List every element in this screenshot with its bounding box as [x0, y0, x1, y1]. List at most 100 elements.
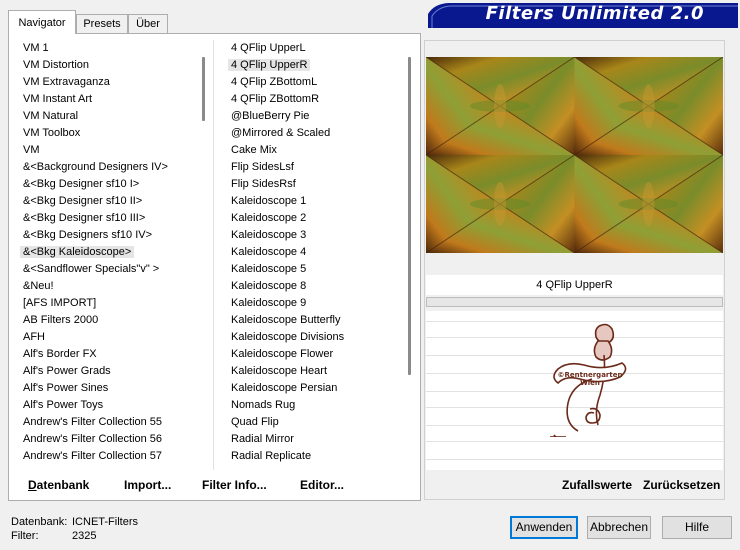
filter-item[interactable]: Kaleidoscope 4 [226, 244, 402, 261]
category-item-label: AFH [23, 331, 45, 343]
filter-item[interactable]: 4 QFlip ZBottomL [226, 74, 402, 91]
watermark-stamp: ©Rentnergarten Wien [550, 323, 627, 437]
category-item[interactable]: Alf's Power Grads [18, 363, 196, 380]
filter-item[interactable]: Kaleidoscope 8 [226, 278, 402, 295]
category-item[interactable]: [AFS IMPORT] [18, 295, 196, 312]
category-item-label: &<Background Designers IV> [23, 161, 168, 173]
help-button[interactable]: Hilfe [662, 516, 732, 539]
filter-item[interactable]: Kaleidoscope 1 [226, 193, 402, 210]
category-item[interactable]: Andrew's Filter Collection 57 [18, 448, 196, 465]
filter-item-label: Kaleidoscope 9 [231, 297, 307, 309]
category-item[interactable]: &<Bkg Kaleidoscope> [18, 244, 196, 261]
filter-item[interactable]: Kaleidoscope Flower [226, 346, 402, 363]
category-item[interactable]: &<Bkg Designer sf10 III> [18, 210, 196, 227]
filter-item[interactable]: Kaleidoscope Butterfly [226, 312, 402, 329]
filter-item[interactable]: Kaleidoscope Heart [226, 363, 402, 380]
filter-item[interactable]: Kaleidoscope 9 [226, 295, 402, 312]
filter-count-value: 2325 [72, 530, 97, 542]
reset-button[interactable]: Zurücksetzen [643, 478, 720, 492]
category-list[interactable]: VM 1 VM Distortion VM Extravaganza VM Insta… [18, 40, 196, 470]
filter-item[interactable]: Kaleidoscope 3 [226, 227, 402, 244]
filter-item[interactable]: Radial Mirror [226, 431, 402, 448]
category-item-label: &<Bkg Designers sf10 IV> [23, 229, 153, 241]
category-item-label: Andrew's Filter Collection 57 [23, 450, 163, 462]
category-item[interactable]: &<Background Designers IV> [18, 159, 196, 176]
category-item-label: VM Instant Art [23, 93, 93, 105]
tab-navigator[interactable]: Navigator [8, 10, 76, 34]
filter-item-label: Kaleidoscope Flower [231, 348, 334, 360]
category-item[interactable]: AFH [18, 329, 196, 346]
category-item[interactable]: &Neu! [18, 278, 196, 295]
category-item-label: &<Bkg Designer sf10 I> [23, 178, 140, 190]
filter-info-button[interactable]: Filter Info... [202, 478, 267, 492]
category-item-label: Andrew's Filter Collection 56 [23, 433, 163, 445]
import-button[interactable]: Import... [124, 478, 171, 492]
filter-item[interactable]: Radial Replicate [226, 448, 402, 465]
filter-item[interactable]: Nomads Rug [226, 397, 402, 414]
category-item[interactable]: VM Natural [18, 108, 196, 125]
apply-button[interactable]: Anwenden [510, 516, 578, 539]
filter-item[interactable]: 4 QFlip ZBottomR [226, 91, 402, 108]
category-item-label: VM Distortion [23, 59, 90, 71]
filter-item[interactable]: Kaleidoscope 5 [226, 261, 402, 278]
filter-item-label: Nomads Rug [231, 399, 296, 411]
category-item-label: AB Filters 2000 [23, 314, 99, 326]
filter-item[interactable]: Quad Flip [226, 414, 402, 431]
category-item-label: &Neu! [23, 280, 54, 292]
cancel-button[interactable]: Abbrechen [587, 516, 651, 539]
filter-item-label: 4 QFlip UpperL [231, 42, 306, 54]
tab-presets[interactable]: Presets [76, 14, 128, 33]
filter-item[interactable]: Flip SidesRsf [226, 176, 402, 193]
category-item-label: [AFS IMPORT] [23, 297, 97, 309]
category-item[interactable]: &<Bkg Designer sf10 II> [18, 193, 196, 210]
filter-item-label: Quad Flip [231, 416, 279, 428]
filter-item[interactable]: Flip SidesLsf [226, 159, 402, 176]
parameter-row [426, 441, 723, 442]
category-item[interactable]: Andrew's Filter Collection 55 [18, 414, 196, 431]
category-item[interactable]: AB Filters 2000 [18, 312, 196, 329]
category-item[interactable]: &<Bkg Designers sf10 IV> [18, 227, 196, 244]
category-item-label: VM Toolbox [23, 127, 81, 139]
category-item[interactable]: VM [18, 142, 196, 159]
filter-item[interactable]: @BlueBerry Pie [226, 108, 402, 125]
category-item[interactable]: VM 1 [18, 40, 196, 57]
category-item-label: &<Bkg Designer sf10 II> [23, 195, 143, 207]
tab-uber[interactable]: Über [128, 14, 168, 33]
category-item-label: &<Sandflower Specials"v" > [23, 263, 160, 275]
filter-item[interactable]: 4 QFlip UpperR [226, 57, 402, 74]
app-logo-banner: Filters Unlimited 2.0 [428, 2, 738, 28]
filter-list-scrollbar[interactable] [408, 57, 411, 375]
category-item[interactable]: VM Distortion [18, 57, 196, 74]
category-item-label: VM [23, 144, 40, 156]
filter-item[interactable]: 4 QFlip UpperL [226, 40, 402, 57]
category-item-label: Alf's Border FX [23, 348, 97, 360]
datenbank-button[interactable]: Datenbank [28, 478, 89, 492]
category-item[interactable]: Andrew's Filter Collection 56 [18, 431, 196, 448]
preview-image [426, 57, 723, 253]
filter-item-label: Kaleidoscope 2 [231, 212, 307, 224]
filter-item[interactable]: Cake Mix [226, 142, 402, 159]
filter-item[interactable]: Kaleidoscope Persian [226, 380, 402, 397]
filter-item-label: Flip SidesRsf [231, 178, 296, 190]
category-item[interactable]: &<Sandflower Specials"v" > [18, 261, 196, 278]
progress-bar [426, 297, 723, 307]
category-item[interactable]: VM Extravaganza [18, 74, 196, 91]
editor-button[interactable]: Editor... [300, 478, 344, 492]
filter-list[interactable]: 4 QFlip UpperL 4 QFlip UpperR 4 QFlip ZBot… [226, 40, 402, 470]
category-item[interactable]: Alf's Power Sines [18, 380, 196, 397]
watermark-line2: Wien [580, 379, 600, 387]
category-item-label: Andrew's Filter Collection 55 [23, 416, 163, 428]
category-list-scrollbar[interactable] [202, 57, 205, 121]
category-item[interactable]: VM Toolbox [18, 125, 196, 142]
random-values-button[interactable]: Zufallswerte [562, 478, 632, 492]
filter-item-label: Radial Mirror [231, 433, 294, 445]
filter-item-label: 4 QFlip ZBottomR [231, 93, 320, 105]
category-item-label: Alf's Power Grads [23, 365, 111, 377]
filter-item[interactable]: @Mirrored & Scaled [226, 125, 402, 142]
category-item[interactable]: VM Instant Art [18, 91, 196, 108]
category-item[interactable]: Alf's Border FX [18, 346, 196, 363]
category-item[interactable]: &<Bkg Designer sf10 I> [18, 176, 196, 193]
filter-item[interactable]: Kaleidoscope 2 [226, 210, 402, 227]
filter-item[interactable]: Kaleidoscope Divisions [226, 329, 402, 346]
category-item[interactable]: Alf's Power Toys [18, 397, 196, 414]
